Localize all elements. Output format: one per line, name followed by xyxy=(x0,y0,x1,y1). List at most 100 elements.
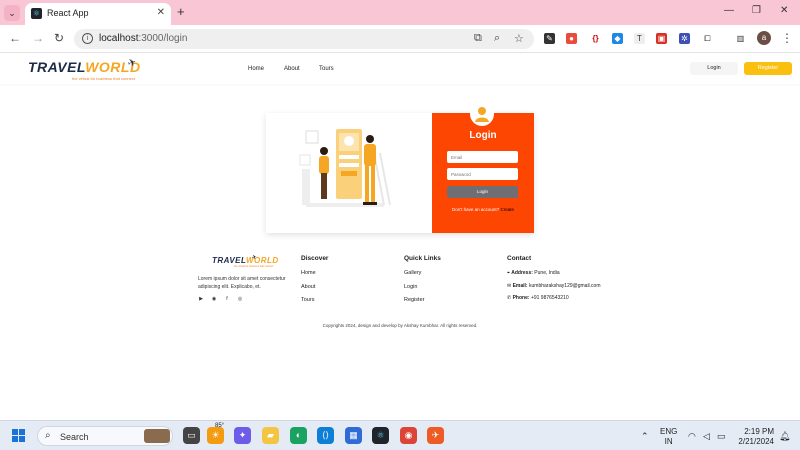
tab-search-button[interactable]: ⌄ xyxy=(4,5,20,21)
instagram-icon[interactable]: ◎ xyxy=(237,296,243,302)
footer-description: Lorem ipsum dolor sit amet consectetur a… xyxy=(198,276,286,290)
volume-icon[interactable]: ◁ xyxy=(703,431,710,442)
search-icon: ⌕ xyxy=(45,430,51,441)
bookmark-star-icon[interactable]: ☆ xyxy=(514,32,524,45)
windows-start-icon[interactable] xyxy=(12,429,26,443)
address-bar[interactable]: i localhost:3000/login ⧉ ⌕ ☆ xyxy=(74,29,534,49)
gear-extension-icon[interactable]: ✲ xyxy=(679,33,690,44)
travelworld-logo[interactable]: TRAVELWORLD ✈ the virtual for business t… xyxy=(28,57,143,83)
footer-link-register[interactable]: Register xyxy=(404,297,424,303)
tray-chevron-up-icon[interactable]: ⌃ xyxy=(641,431,649,442)
clock-date: 2/21/2024 xyxy=(738,437,774,446)
login-illustration xyxy=(299,129,391,207)
login-illustration-panel xyxy=(266,113,432,233)
battery-icon[interactable]: ▭ xyxy=(717,431,726,442)
nav-about[interactable]: About xyxy=(284,66,300,72)
url-text[interactable]: localhost:3000/login xyxy=(99,33,187,44)
chrome-icon[interactable]: ◉ xyxy=(400,427,417,444)
quick-links-heading: Quick Links xyxy=(404,255,441,262)
taskbar-search[interactable]: ⌕ Search xyxy=(37,426,173,446)
contact-phone: ✆ Phone: +91 9876543210 xyxy=(507,295,569,301)
site-info-icon[interactable]: i xyxy=(82,33,93,44)
tab-title: React App xyxy=(47,8,89,18)
reload-icon[interactable]: ↻ xyxy=(54,31,64,45)
footer-link-login[interactable]: Login xyxy=(404,284,417,290)
address-label: Address: xyxy=(511,270,533,276)
footer-link-gallery[interactable]: Gallery xyxy=(404,270,421,276)
edge-icon[interactable]: ◐ xyxy=(290,427,307,444)
youtube-icon[interactable]: ▶ xyxy=(198,296,204,302)
nav-tours[interactable]: Tours xyxy=(319,66,334,72)
minimize-icon[interactable]: — xyxy=(724,5,734,16)
url-path: :3000/login xyxy=(138,33,188,44)
weather-icon[interactable]: ☀ xyxy=(207,427,224,444)
postman-icon[interactable]: ✈ xyxy=(427,427,444,444)
chat-icon[interactable]: ✦ xyxy=(234,427,251,444)
language-line2: IN xyxy=(664,437,673,446)
phone-value: +91 9876543210 xyxy=(530,295,569,301)
password-field[interactable] xyxy=(447,168,518,180)
logo-text-left: TRAVEL xyxy=(28,59,86,75)
login-heading: Login xyxy=(469,130,497,141)
eyedropper-extension-icon[interactable]: ✎ xyxy=(544,33,555,44)
shield-extension-icon[interactable]: ◆ xyxy=(612,33,623,44)
vscode-icon[interactable]: ⟨⟩ xyxy=(317,427,334,444)
side-panel-icon[interactable]: ▥ xyxy=(735,33,746,44)
close-window-icon[interactable]: ✕ xyxy=(780,5,788,16)
facebook-icon[interactable]: f xyxy=(224,296,230,302)
task-view-icon[interactable]: ▭ xyxy=(183,427,200,444)
react-favicon-icon: ⚛ xyxy=(31,8,42,19)
store-icon[interactable]: ▦ xyxy=(345,427,362,444)
notification-bell-icon[interactable]: 🔔︎ xyxy=(779,431,790,442)
browser-tab[interactable]: ⚛ React App ✕ xyxy=(25,3,171,25)
contact-email: ✉ Email: kumbharakshay129@gmail.com xyxy=(507,283,601,289)
close-tab-icon[interactable]: ✕ xyxy=(157,7,165,18)
github-icon[interactable]: ◉ xyxy=(211,296,217,302)
login-card: Login Login Don't have an account? Creat… xyxy=(266,102,534,233)
no-account-line: Don't have an account? Create xyxy=(432,207,534,212)
new-tab-button[interactable]: + xyxy=(177,4,185,19)
back-icon[interactable]: ← xyxy=(9,31,21,45)
email-field[interactable] xyxy=(447,151,518,163)
react-devtools-icon[interactable]: ⚛ xyxy=(372,427,389,444)
login-submit-button[interactable]: Login xyxy=(447,186,518,198)
create-account-link[interactable]: Create xyxy=(500,207,514,212)
wifi-icon[interactable]: ◠ xyxy=(688,431,696,442)
devtools-extension-icon[interactable]: {} xyxy=(590,33,601,44)
footer-link-tours[interactable]: Tours xyxy=(301,297,314,303)
footer-link-about[interactable]: About xyxy=(301,284,315,290)
footer-link-home[interactable]: Home xyxy=(301,270,316,276)
forward-icon[interactable]: → xyxy=(32,31,44,45)
language-indicator[interactable]: ENG IN xyxy=(660,427,677,447)
open-in-new-icon[interactable]: ⧉ xyxy=(474,32,482,45)
extensions-puzzle-icon[interactable]: ⧠ xyxy=(702,33,713,44)
phone-icon: ✆ xyxy=(507,295,512,301)
clock-time: 2:19 PM xyxy=(744,427,774,436)
phone-label: Phone: xyxy=(512,295,530,301)
file-explorer-icon[interactable]: ▰ xyxy=(262,427,279,444)
zoom-icon[interactable]: ⌕ xyxy=(494,32,500,45)
copyright-text: Copyrights 2024, design and develop by A… xyxy=(322,323,478,328)
search-highlight-image xyxy=(144,429,170,443)
site-header: TRAVELWORLD ✈ the virtual for business t… xyxy=(0,54,800,84)
nav-home[interactable]: Home xyxy=(248,66,264,72)
color-extension-icon[interactable]: ● xyxy=(566,33,577,44)
email-label: Email: xyxy=(512,283,528,289)
text-extension-icon[interactable]: T xyxy=(634,33,645,44)
footer-logo[interactable]: TRAVELWORLD ✈ the virtual for business t… xyxy=(212,254,278,270)
windows-taskbar: ⌕ Search ▭ ☀ 85° ✦ ▰ ◐ ⟨⟩ ▦ ⚛ ◉ ✈ ⌃ ENG … xyxy=(0,420,800,450)
header-register-button[interactable]: Register xyxy=(744,62,792,75)
header-login-button[interactable]: Login xyxy=(690,62,738,75)
email-value: kumbharakshay129@gmail.com xyxy=(529,283,601,289)
weather-temperature: 85° xyxy=(215,423,225,429)
restore-icon[interactable]: ❐ xyxy=(752,5,761,16)
footer-logo-left: TRAVEL xyxy=(212,256,246,265)
browser-menu-icon[interactable]: ⋮ xyxy=(781,31,793,45)
profile-avatar[interactable]: a xyxy=(757,31,771,45)
image-extension-icon[interactable]: ▣ xyxy=(656,33,667,44)
url-host: localhost xyxy=(99,33,139,44)
language-line1: ENG xyxy=(660,427,678,436)
system-clock[interactable]: 2:19 PM 2/21/2024 xyxy=(736,427,774,447)
browser-toolbar: ← → ↻ i localhost:3000/login ⧉ ⌕ ☆ ✎ ● {… xyxy=(0,25,800,53)
logo-tagline: the virtual for business that connect xyxy=(72,76,135,81)
